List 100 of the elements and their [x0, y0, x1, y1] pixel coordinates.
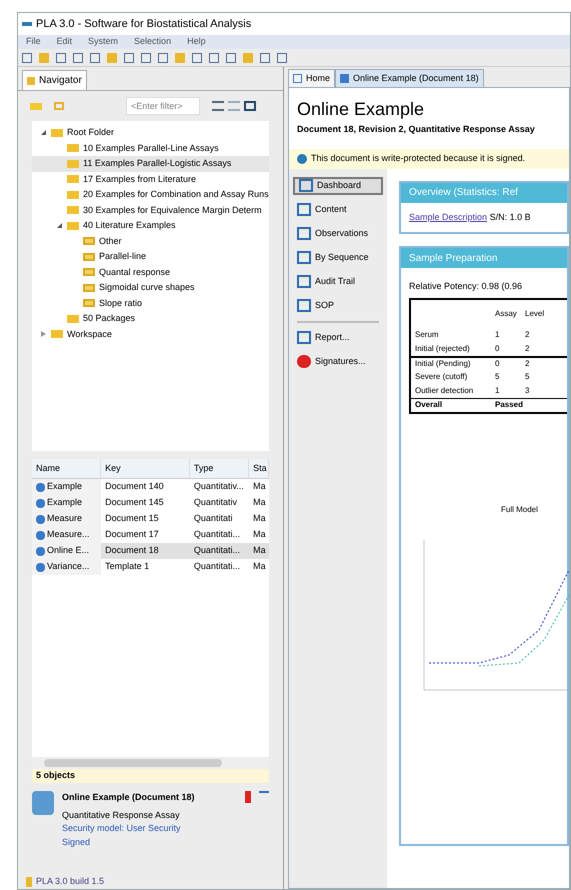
- column-header[interactable]: Key: [101, 459, 190, 478]
- table-cell-text: Ma: [253, 496, 266, 510]
- editor-nav-item[interactable]: Audit Trail: [293, 272, 383, 290]
- editor-nav-item[interactable]: Dashboard: [293, 176, 383, 194]
- detail-title: Online Example (Document 18): [62, 791, 196, 804]
- tree-item[interactable]: 17 Examples from Literature: [32, 172, 269, 187]
- table-row[interactable]: Variance... Template 1 Quantitati... Ma: [32, 559, 269, 575]
- collapse-icon[interactable]: [212, 101, 224, 111]
- table-cell-text: Template 1: [105, 560, 150, 574]
- chart-title: Full Model: [501, 504, 539, 516]
- table-cell-text: Document 17: [105, 528, 159, 542]
- collapsed-arrow-icon[interactable]: [41, 331, 46, 338]
- table-cell-text: Quantitativ: [194, 496, 237, 510]
- detail-line: Quantitative Response Assay: [62, 808, 181, 822]
- row-label: Serum: [415, 330, 439, 338]
- table-cell: Assay: [495, 308, 517, 318]
- table-cell-text: Ma: [253, 480, 266, 494]
- table-cell-text: Document 15: [105, 512, 159, 526]
- table-cell-text: Measure: [47, 512, 82, 526]
- table-row[interactable]: Online E... Document 18 Quantitati... Ma: [32, 543, 269, 559]
- editor-tab[interactable]: Home: [288, 69, 336, 87]
- row-label: Outlier detection: [415, 386, 474, 394]
- table-cell: Passed: [495, 400, 524, 409]
- tree-item[interactable]: 11 Examples Parallel-Logistic Assays: [32, 156, 269, 172]
- table-cell: 1: [495, 330, 500, 338]
- table-row[interactable]: Example Document 145 Quantitativ Ma: [32, 495, 269, 511]
- table-cell-text: Example: [47, 496, 82, 510]
- editor-nav-item[interactable]: Content: [293, 200, 383, 218]
- table-row[interactable]: Measure... Document 17 Quantitati... Ma: [32, 527, 269, 543]
- row-label: Overall: [415, 400, 442, 409]
- table-cell: Level: [525, 308, 544, 318]
- table-cell-text: Measure...: [47, 528, 90, 542]
- table-cell-text: Document 140: [105, 480, 164, 494]
- window-title: PLA 3.0 - Software for Biostatistical Analysis: [36, 16, 252, 32]
- tree-item[interactable]: Slope ratio: [32, 296, 269, 311]
- table-cell-text: Ma: [253, 528, 266, 542]
- info-message: This document is write-protected because it is signed.: [311, 152, 526, 165]
- object-count: 5 objects: [32, 769, 269, 783]
- row-label: Severe (cutoff): [415, 372, 468, 380]
- table-cell: 5: [525, 372, 530, 380]
- editor-nav-item[interactable]: Report...: [293, 328, 383, 346]
- potency-summary: Relative Potency: 0.98 (0.96: [408, 280, 524, 293]
- table-cell-text: Quantitati: [194, 512, 232, 526]
- menu-item[interactable]: Help: [187, 35, 206, 49]
- filter-field[interactable]: <Enter filter>: [126, 97, 200, 115]
- status-text: PLA 3.0 build 1.5: [36, 875, 104, 888]
- table-cell-text: Quantitativ...: [194, 480, 244, 494]
- document-subtitle: Document 18, Revision 2, Quantitative Response Assay: [296, 123, 536, 136]
- expanded-arrow-icon[interactable]: [57, 223, 62, 228]
- editor-nav-item[interactable]: By Sequence: [293, 248, 383, 266]
- layout-icon[interactable]: [244, 101, 256, 111]
- table-cell-text: Quantitati...: [194, 560, 240, 574]
- column-header[interactable]: Sta: [249, 459, 270, 478]
- table-cell: 2: [525, 344, 530, 352]
- table-cell-text: Ma: [253, 544, 266, 558]
- detail-line: Signed: [62, 836, 92, 849]
- table-cell-text: Online E...: [47, 544, 90, 558]
- menu-item[interactable]: Selection: [134, 35, 172, 49]
- table-cell-text: Ma: [253, 560, 266, 574]
- table-cell: 0: [495, 344, 500, 352]
- column-header[interactable]: Type: [190, 459, 250, 478]
- editor-nav-item[interactable]: SOP: [293, 296, 383, 314]
- table-cell: 3: [525, 386, 530, 394]
- tree-item[interactable]: 30 Examples for Equivalence Margin Determ: [32, 202, 269, 218]
- table-cell: 0: [495, 358, 500, 368]
- editor-nav-item[interactable]: Signatures...: [293, 352, 383, 370]
- tree-item[interactable]: 20 Examples for Combination and Assay Runs: [32, 187, 269, 202]
- table-cell-text: Example: [47, 480, 82, 494]
- menu-item[interactable]: File: [26, 35, 41, 49]
- tree-item[interactable]: 50 Packages: [32, 311, 269, 326]
- document-title: Online Example: [296, 98, 426, 121]
- table-row[interactable]: Example Document 140 Quantitativ... Ma: [32, 479, 269, 495]
- editor-nav-item[interactable]: Observations: [293, 224, 383, 242]
- sample-description-link[interactable]: Sample Description: [409, 212, 488, 222]
- table-cell-text: Document 18: [105, 544, 159, 558]
- column-header[interactable]: Name: [32, 459, 102, 478]
- tree-item[interactable]: Parallel-line: [32, 249, 269, 264]
- tree-item[interactable]: Root Folder: [32, 125, 269, 140]
- overview-text: S/N: 1.0 B: [490, 212, 531, 222]
- tree-item[interactable]: Other: [32, 234, 269, 249]
- tree-item[interactable]: 10 Examples Parallel-Line Assays: [32, 140, 269, 156]
- table-cell-text: Ma: [253, 512, 266, 526]
- tree-item[interactable]: Sigmoidal curve shapes: [32, 280, 269, 296]
- menu-item[interactable]: System: [88, 35, 118, 49]
- table-cell-text: Quantitati...: [194, 528, 240, 542]
- tree-item[interactable]: Workspace: [32, 326, 269, 342]
- info-icon: [297, 154, 307, 164]
- row-label: Initial (Pending): [415, 358, 471, 368]
- menu-item[interactable]: Edit: [56, 35, 72, 49]
- table-cell: 2: [525, 330, 530, 338]
- ribbon-icon: [245, 791, 251, 803]
- table-cell: 1: [495, 386, 500, 394]
- row-label: Initial (rejected): [415, 344, 470, 352]
- navigator-tab[interactable]: Navigator: [22, 70, 87, 90]
- table-cell: 5: [495, 372, 500, 380]
- editor-tab[interactable]: Online Example (Document 18): [335, 69, 484, 87]
- tree-item[interactable]: 40 Literature Examples: [32, 218, 269, 234]
- table-row[interactable]: Measure Document 15 Quantitati Ma: [32, 511, 269, 527]
- tree-item[interactable]: Quantal response: [32, 264, 269, 280]
- expanded-arrow-icon[interactable]: [41, 130, 46, 136]
